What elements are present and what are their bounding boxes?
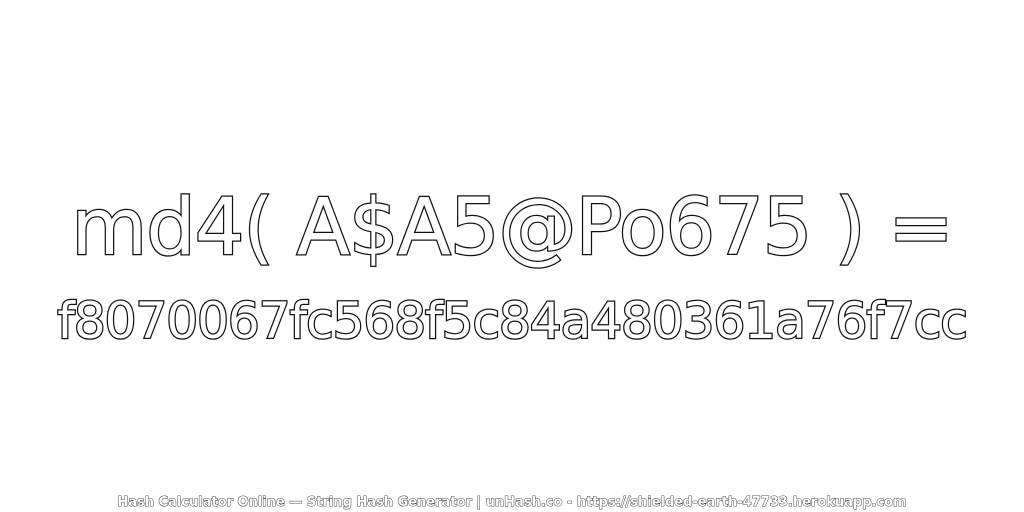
hash-expression-text: md4( A$A5@Po675 ) = [70,182,955,275]
footer-credit-text: Hash Calculator Online — String Hash Gen… [117,495,907,511]
hash-digest-text: f8070067fc568f5c84a480361a76f7cc [56,291,969,352]
hash-image-canvas: { "hash": { "expression": "md4( A$A5@Po6… [0,0,1024,512]
